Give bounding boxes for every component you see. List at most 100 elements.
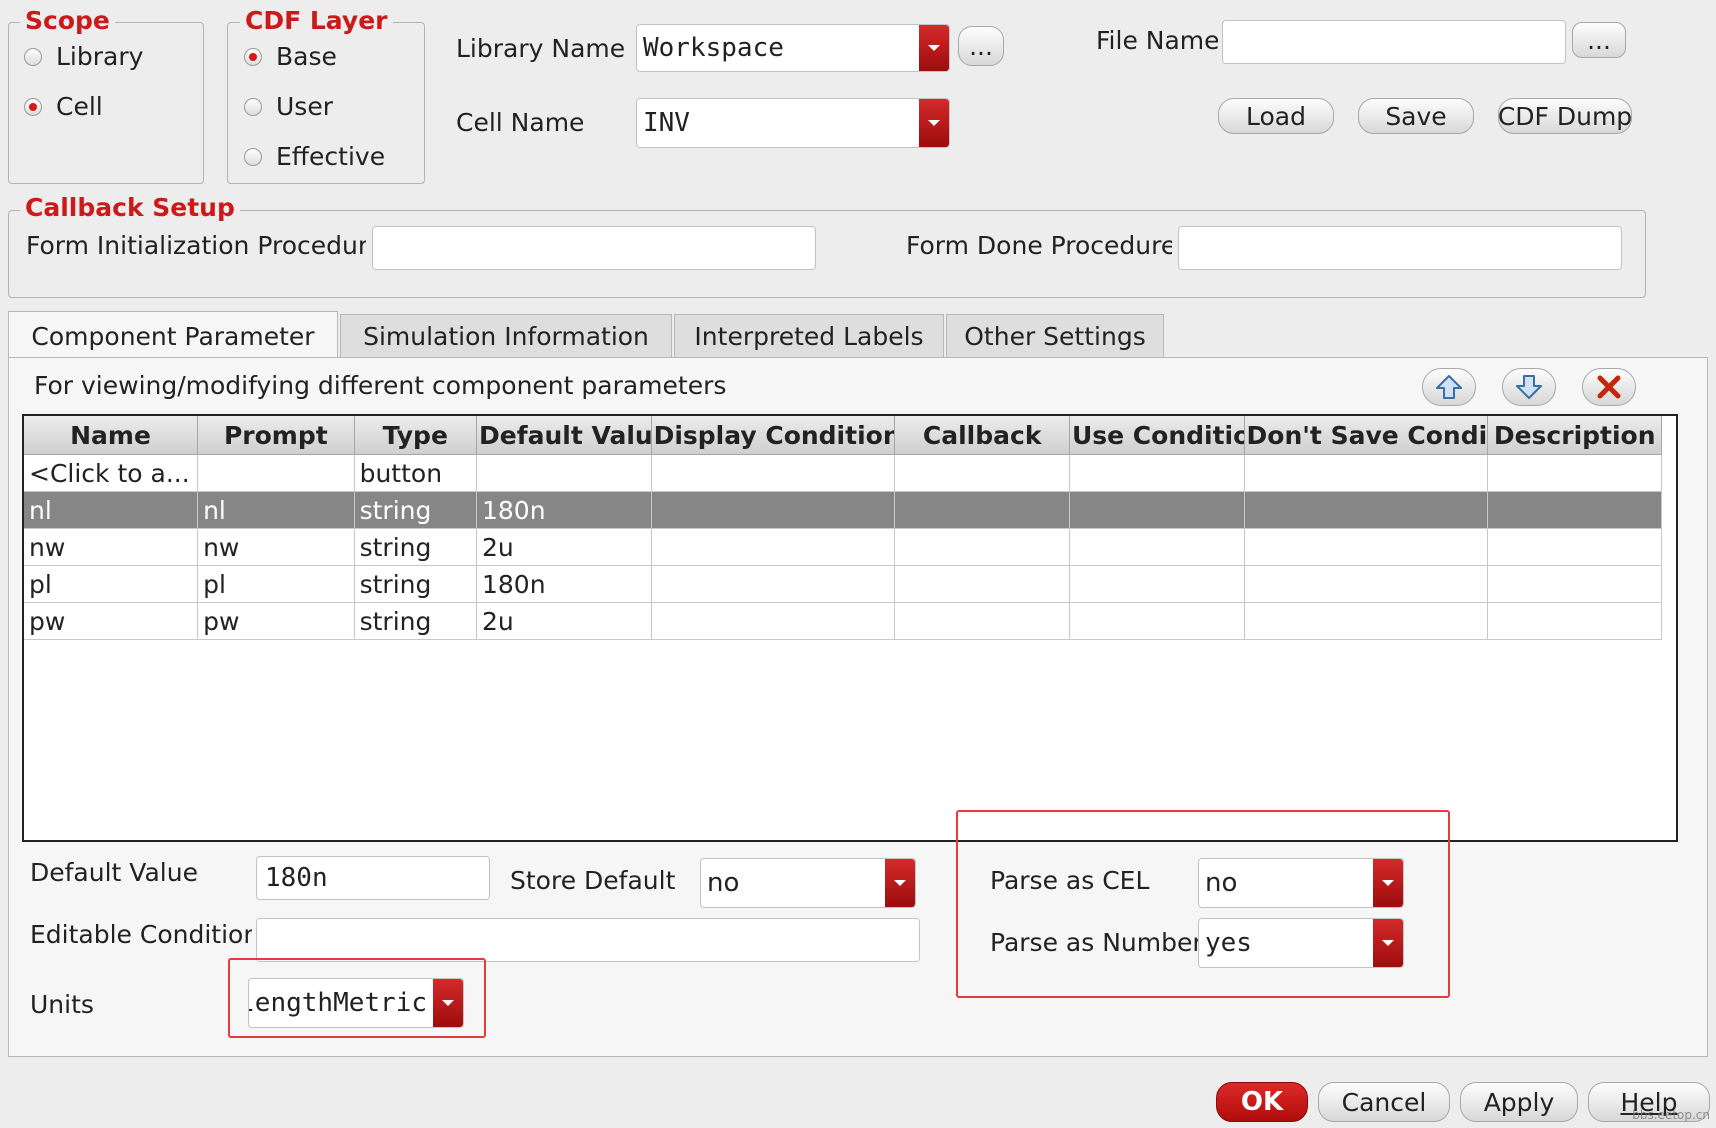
- table-cell[interactable]: [651, 602, 896, 640]
- move-down-button[interactable]: [1502, 368, 1556, 406]
- radio-button-selected[interactable]: [244, 47, 262, 66]
- table-cell[interactable]: [1069, 528, 1245, 566]
- table-cell[interactable]: pl: [24, 565, 199, 603]
- radio-button[interactable]: [24, 47, 42, 66]
- table-cell[interactable]: [894, 491, 1070, 529]
- table-cell[interactable]: [197, 454, 355, 492]
- layer-effective-radio[interactable]: Effective: [244, 142, 385, 171]
- form-init-label: Form Initialization Procedure: [26, 231, 366, 260]
- table-cell[interactable]: pl: [197, 565, 355, 603]
- column-header[interactable]: Type: [354, 416, 478, 455]
- table-cell[interactable]: [1487, 454, 1662, 492]
- table-cell[interactable]: string: [354, 565, 478, 603]
- library-browse-button[interactable]: ...: [958, 26, 1004, 66]
- table-cell[interactable]: nw: [197, 528, 355, 566]
- tab-simulation-information[interactable]: Simulation Information: [340, 314, 672, 358]
- table-cell[interactable]: 180n: [476, 565, 652, 603]
- column-header[interactable]: Prompt: [197, 416, 355, 455]
- editable-condition-input[interactable]: [256, 918, 920, 962]
- layer-user-radio[interactable]: User: [244, 92, 333, 121]
- layer-base-radio[interactable]: Base: [244, 42, 337, 71]
- table-cell[interactable]: string: [354, 528, 478, 566]
- table-cell[interactable]: [1487, 602, 1662, 640]
- scope-cell-radio[interactable]: Cell: [24, 92, 103, 121]
- apply-button[interactable]: Apply: [1460, 1082, 1578, 1122]
- library-name-value: Workspace: [643, 33, 784, 63]
- form-done-input[interactable]: [1178, 226, 1622, 270]
- layer-effective-label: Effective: [276, 142, 386, 171]
- table-cell[interactable]: pw: [24, 602, 199, 640]
- table-row[interactable]: pw pw string 2u: [24, 602, 1662, 640]
- table-cell[interactable]: [1487, 491, 1662, 529]
- column-header[interactable]: Default Value: [476, 416, 652, 455]
- table-cell[interactable]: string: [354, 602, 478, 640]
- tab-interpreted-labels[interactable]: Interpreted Labels: [674, 314, 944, 358]
- table-cell[interactable]: [651, 491, 896, 529]
- table-row[interactable]: <Click to a... button: [24, 454, 1662, 492]
- table-cell[interactable]: 2u: [476, 602, 652, 640]
- table-cell[interactable]: [1487, 565, 1662, 603]
- cancel-button[interactable]: Cancel: [1318, 1082, 1450, 1122]
- table-cell[interactable]: [1487, 528, 1662, 566]
- table-cell[interactable]: [1244, 528, 1489, 566]
- table-row[interactable]: pl pl string 180n: [24, 565, 1662, 603]
- parameter-table: Name Prompt Type Default Value Display C…: [22, 414, 1678, 842]
- column-header[interactable]: Name: [24, 416, 199, 455]
- tab-component-parameter[interactable]: Component Parameter: [8, 311, 338, 360]
- move-up-button[interactable]: [1422, 368, 1476, 406]
- table-cell[interactable]: [894, 454, 1070, 492]
- radio-button[interactable]: [244, 147, 262, 166]
- table-cell[interactable]: [894, 602, 1070, 640]
- column-header[interactable]: Use Condition: [1069, 416, 1245, 455]
- scope-library-radio[interactable]: Library: [24, 42, 143, 71]
- form-init-input[interactable]: [372, 226, 816, 270]
- table-cell[interactable]: pw: [197, 602, 355, 640]
- table-row[interactable]: nw nw string 2u: [24, 528, 1662, 566]
- table-cell[interactable]: 180n: [476, 491, 652, 529]
- store-default-combo[interactable]: no: [700, 858, 916, 908]
- chevron-down-icon[interactable]: [885, 859, 915, 907]
- table-cell[interactable]: [1069, 454, 1245, 492]
- table-cell[interactable]: [1069, 602, 1245, 640]
- table-cell[interactable]: [1244, 565, 1489, 603]
- column-header[interactable]: Display Condition: [651, 416, 896, 455]
- cell-name-combo[interactable]: INV: [636, 98, 950, 148]
- table-cell[interactable]: string: [354, 491, 478, 529]
- file-name-input[interactable]: [1222, 20, 1566, 64]
- table-cell[interactable]: [651, 565, 896, 603]
- table-cell[interactable]: [1244, 602, 1489, 640]
- tab-other-settings[interactable]: Other Settings: [946, 314, 1164, 358]
- table-cell[interactable]: nl: [197, 491, 355, 529]
- ok-button[interactable]: OK: [1216, 1082, 1308, 1122]
- column-header[interactable]: Callback: [894, 416, 1070, 455]
- default-value-input[interactable]: 180n: [256, 856, 490, 900]
- column-header[interactable]: Description: [1487, 416, 1662, 455]
- table-cell[interactable]: <Click to a...: [24, 454, 199, 492]
- delete-button[interactable]: [1582, 368, 1636, 406]
- library-name-combo[interactable]: Workspace: [636, 24, 950, 72]
- table-cell[interactable]: [651, 454, 896, 492]
- table-row-selected[interactable]: nl nl string 180n: [24, 491, 1662, 529]
- file-browse-button[interactable]: ...: [1572, 22, 1626, 58]
- table-cell[interactable]: 2u: [476, 528, 652, 566]
- table-cell[interactable]: [1069, 491, 1245, 529]
- column-header[interactable]: Don't Save Condition: [1244, 416, 1489, 455]
- table-cell[interactable]: [1244, 454, 1489, 492]
- table-cell[interactable]: [894, 565, 1070, 603]
- table-cell[interactable]: [651, 528, 896, 566]
- table-cell[interactable]: [1244, 491, 1489, 529]
- table-cell[interactable]: nl: [24, 491, 199, 529]
- chevron-down-icon[interactable]: [919, 25, 949, 71]
- arrow-down-icon: [1516, 375, 1542, 399]
- table-cell[interactable]: button: [354, 454, 478, 492]
- chevron-down-icon[interactable]: [919, 99, 949, 147]
- table-cell[interactable]: [1069, 565, 1245, 603]
- table-cell[interactable]: nw: [24, 528, 199, 566]
- save-button[interactable]: Save: [1358, 98, 1474, 134]
- load-button[interactable]: Load: [1218, 98, 1334, 134]
- cdf-dump-button[interactable]: CDF Dump: [1498, 98, 1632, 134]
- radio-button-selected[interactable]: [24, 97, 42, 116]
- table-cell[interactable]: [476, 454, 652, 492]
- table-cell[interactable]: [894, 528, 1070, 566]
- radio-button[interactable]: [244, 97, 262, 116]
